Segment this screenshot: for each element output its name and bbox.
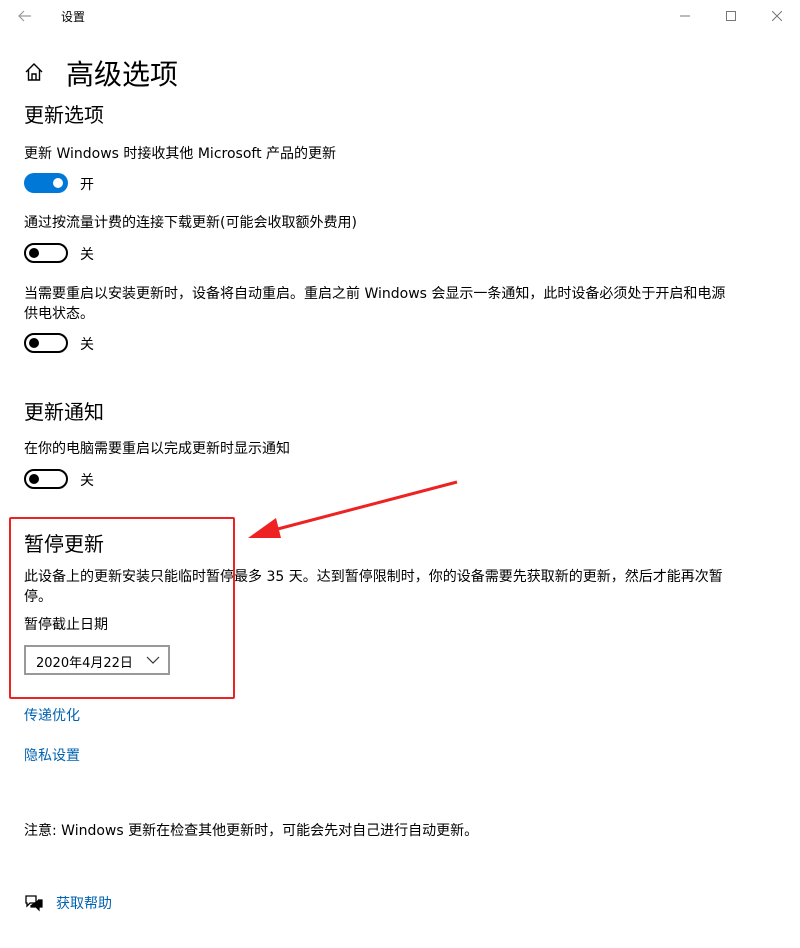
link-get-help[interactable]: 获取帮助	[56, 893, 112, 913]
close-button[interactable]	[754, 0, 800, 32]
help-chat-icon[interactable]	[24, 894, 44, 912]
section-heading-update-options: 更新选项	[24, 103, 104, 127]
toggle-restart-notify[interactable]	[24, 469, 68, 489]
link-delivery-optimization[interactable]: 传递优化	[24, 705, 80, 725]
minimize-button[interactable]	[662, 0, 708, 32]
setting-label-auto-restart-cont: 供电状态。	[24, 306, 94, 322]
section-heading-notifications: 更新通知	[24, 400, 104, 424]
window-title: 设置	[61, 10, 86, 24]
setting-label-metered: 通过按流量计费的连接下载更新(可能会收取额外费用)	[24, 215, 357, 231]
setting-label-other-products: 更新 Windows 时接收其他 Microsoft 产品的更新	[24, 146, 337, 162]
title-bar: 设置	[0, 0, 800, 32]
back-arrow-icon[interactable]	[14, 6, 36, 26]
link-privacy-settings[interactable]: 隐私设置	[24, 745, 80, 765]
annotation-highlight-box	[9, 517, 235, 699]
maximize-button[interactable]	[708, 0, 754, 32]
toggle-knob	[29, 474, 39, 484]
page-title: 高级选项	[66, 58, 179, 91]
toggle-knob	[53, 178, 63, 188]
setting-label-restart-notify: 在你的电脑需要重启以完成更新时显示通知	[24, 441, 290, 457]
note-text: 注意: Windows 更新在检查其他更新时，可能会先对自己进行自动更新。	[24, 823, 479, 839]
home-icon[interactable]	[24, 62, 44, 82]
toggle-auto-restart[interactable]	[24, 333, 68, 353]
toggle-state-label: 开	[80, 177, 94, 193]
toggle-metered[interactable]	[24, 243, 68, 263]
toggle-state-label: 关	[80, 473, 94, 489]
setting-label-auto-restart: 当需要重启以安装更新时，设备将自动重启。重启之前 Windows 会显示一条通知…	[24, 286, 726, 302]
toggle-state-label: 关	[80, 337, 94, 353]
toggle-knob	[29, 338, 39, 348]
toggle-state-label: 关	[80, 247, 94, 263]
toggle-other-products[interactable]	[24, 173, 68, 193]
annotation-arrow	[248, 480, 458, 538]
toggle-knob	[29, 248, 39, 258]
